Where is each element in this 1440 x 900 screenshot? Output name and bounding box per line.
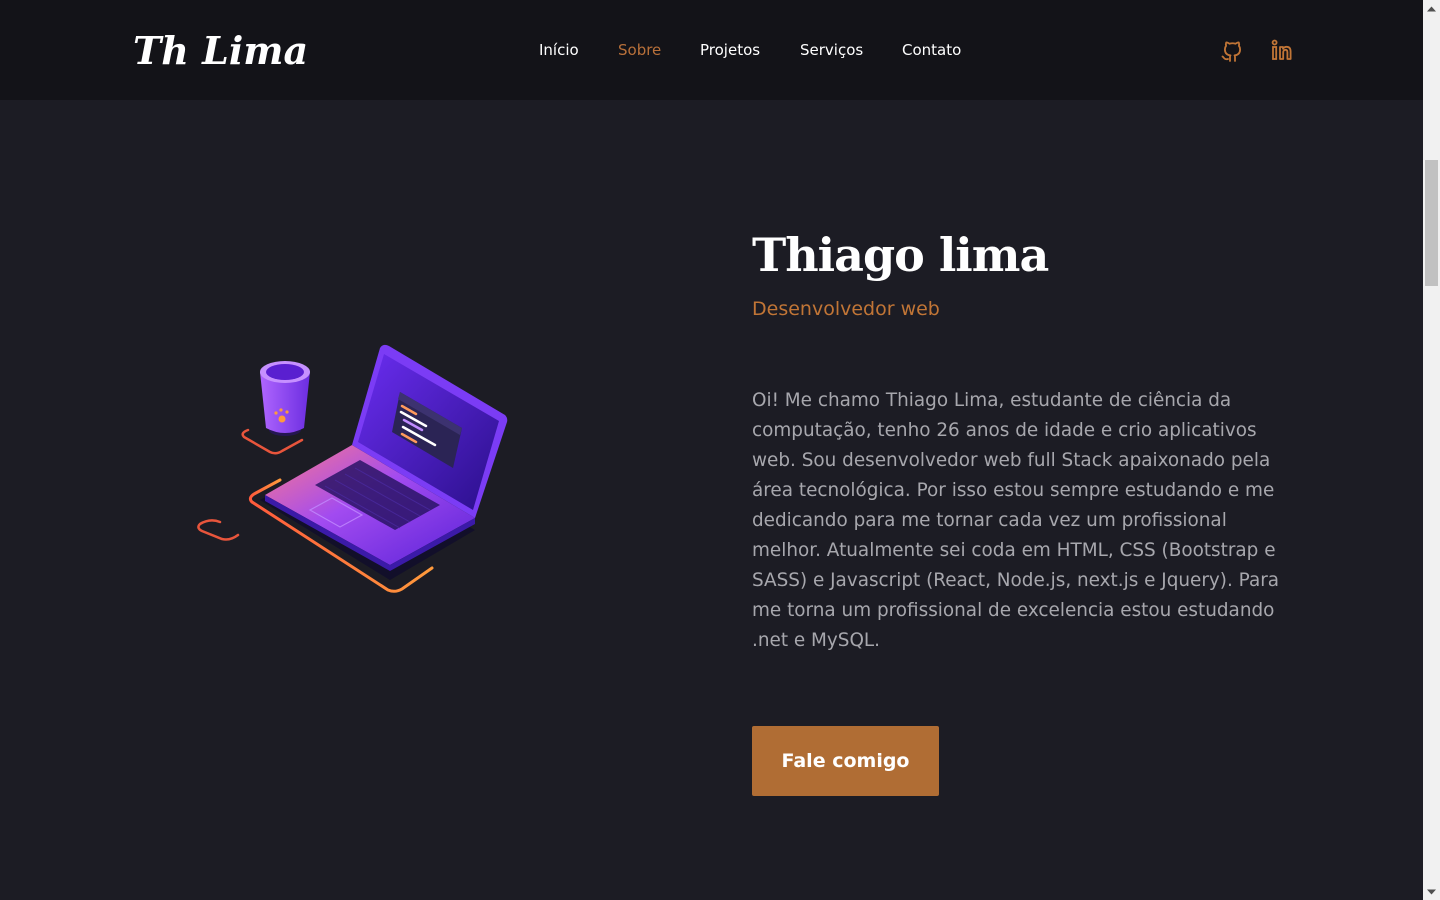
linkedin-icon[interactable] — [1271, 38, 1293, 62]
site-logo[interactable]: Th Lima — [133, 28, 308, 73]
nav-link-servicos[interactable]: Serviços — [800, 41, 863, 59]
page-scrollbar[interactable] — [1423, 0, 1440, 900]
nav-link-inicio[interactable]: Início — [539, 41, 579, 59]
github-icon[interactable] — [1221, 38, 1243, 62]
nav-link-contato[interactable]: Contato — [902, 41, 961, 59]
scroll-thumb[interactable] — [1425, 160, 1438, 286]
nav-link-sobre[interactable]: Sobre — [618, 41, 661, 59]
hero-role: Desenvolvedor web — [752, 298, 940, 320]
hero-bio: Oi! Me chamo Thiago Lima, estudante de c… — [752, 390, 1280, 651]
hero-name: Thiago lima — [752, 228, 1049, 282]
nav-link-projetos[interactable]: Projetos — [700, 41, 760, 59]
site-header: Th Lima Início Sobre Projetos Serviços C… — [0, 0, 1423, 100]
scroll-up-icon[interactable] — [1423, 0, 1440, 17]
scroll-down-icon[interactable] — [1423, 883, 1440, 900]
laptop-illustration — [190, 340, 520, 600]
contact-me-button[interactable]: Fale comigo — [752, 726, 939, 796]
